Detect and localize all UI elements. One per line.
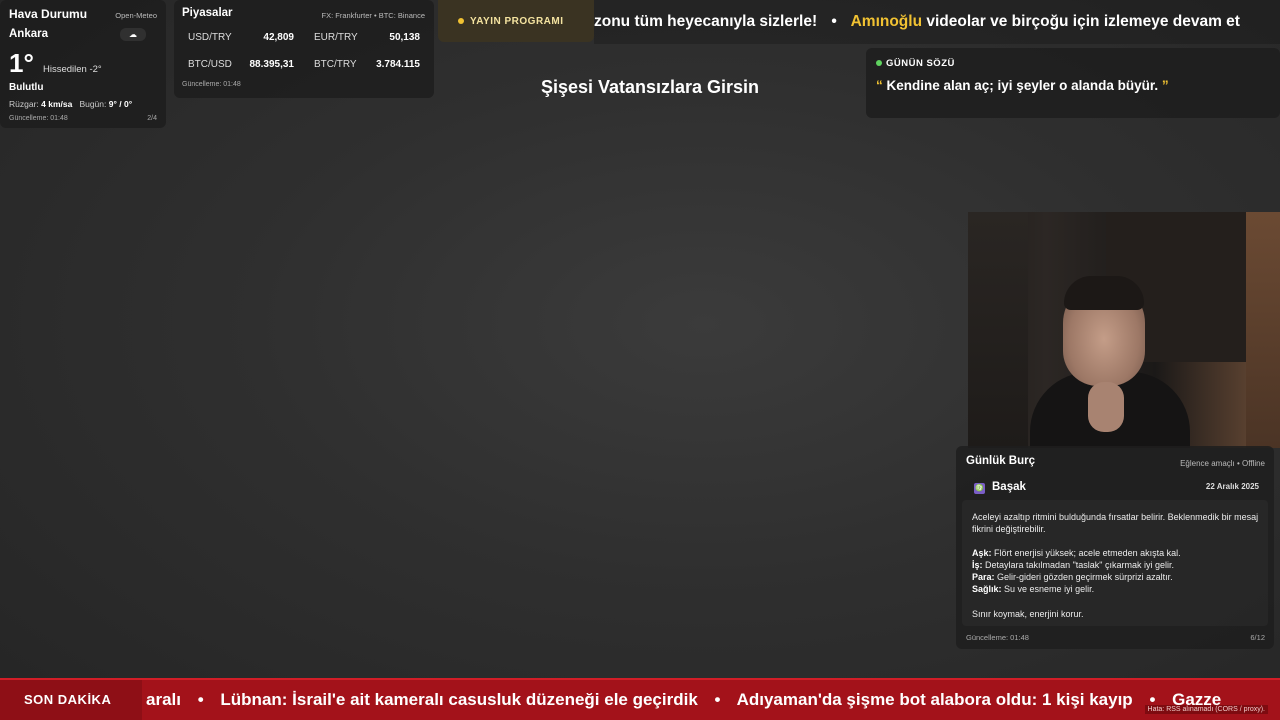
market-value: 42,809 xyxy=(263,32,294,43)
market-item: EUR/TRY 50,138 xyxy=(308,27,426,49)
ticker-text: videolar ve birçoğu için izlemeye devam … xyxy=(926,13,1240,30)
health-text: Su ve esneme iyi gelir. xyxy=(1004,584,1095,594)
horoscope-summary: Aceleyi azaltıp ritmini bulduğunda fırsa… xyxy=(972,512,1259,534)
market-value: 88.395,31 xyxy=(249,59,295,70)
weather-temperature: 1° xyxy=(9,48,34,78)
horoscope-updated: Güncelleme: 01:48 xyxy=(966,633,1029,642)
open-quote-icon: “ xyxy=(876,78,883,93)
webcam-person-hand xyxy=(1088,382,1124,432)
wind-label: Rüzgar: xyxy=(9,99,39,109)
weather-updated: Güncelleme: 01:48 xyxy=(9,115,68,122)
horoscope-health: Sağlık: Su ve esneme iyi gelir. xyxy=(972,583,1262,595)
stream-title: Şişesi Vatansızlara Girsin xyxy=(540,77,760,97)
ticker-item: aralı xyxy=(146,690,181,709)
weather-wind-today: Rüzgar: 4 km/sa Bugün: 9° / 0° xyxy=(9,99,132,109)
weather-page-indicator: 2/4 xyxy=(147,115,157,122)
love-text: Flört enerjisi yüksek; acele etmeden akı… xyxy=(994,548,1181,558)
ticker-separator: • xyxy=(714,690,721,709)
market-value: 50,138 xyxy=(389,32,420,43)
market-value: 3.784.115 xyxy=(376,59,420,70)
horoscope-sign: Başak xyxy=(992,481,1026,493)
work-label: İş: xyxy=(972,560,983,570)
schedule-badge: YAYIN PROGRAMI xyxy=(438,0,594,42)
weather-source: Open-Meteo xyxy=(115,11,157,20)
webcam-person-hair xyxy=(1064,276,1144,310)
schedule-label: YAYIN PROGRAMI xyxy=(470,16,564,27)
ticker-item: Adıyaman'da şişme bot alabora oldu: 1 ki… xyxy=(736,690,1133,709)
webcam-background-door xyxy=(968,212,1028,448)
markets-updated: Güncelleme: 01:48 xyxy=(182,81,241,88)
ticker-separator: • xyxy=(197,690,204,709)
breaking-label: SON DAKİKA xyxy=(0,680,142,720)
market-label: USD/TRY xyxy=(188,32,232,43)
markets-widget: Piyasalar FX: Frankfurter • BTC: Binance… xyxy=(174,0,434,98)
quote-widget: GÜNÜN SÖZÜ “ Kendine alan aç; iyi şeyler… xyxy=(866,48,1280,118)
horoscope-date: 22 Aralık 2025 xyxy=(1205,482,1259,491)
horoscope-page-indicator: 6/12 xyxy=(1250,633,1265,642)
horoscope-love: Aşk: Flört enerjisi yüksek; acele etmede… xyxy=(972,547,1262,559)
virgo-icon: ♍ xyxy=(974,483,985,494)
ticker-item: Lübnan: İsrail'e ait kameralı casusluk d… xyxy=(220,690,698,709)
ticker-highlight: Amınoğlu xyxy=(850,13,923,30)
live-dot-icon xyxy=(876,60,882,67)
love-label: Aşk: xyxy=(972,548,992,558)
market-label: BTC/TRY xyxy=(314,59,357,70)
horoscope-tip: Sınır koymak, enerjini korur. xyxy=(972,609,1084,619)
webcam-background-wood xyxy=(1246,212,1280,448)
horoscope-widget: Günlük Burç Eğlence amaçlı • Offline ♍ B… xyxy=(956,446,1274,649)
market-item: BTC/TRY 3.784.115 xyxy=(308,54,426,76)
market-label: EUR/TRY xyxy=(314,32,358,43)
quote-heading-label: GÜNÜN SÖZÜ xyxy=(886,58,955,69)
market-item: BTC/USD 88.395,31 xyxy=(182,54,300,76)
weather-condition: Bulutlu xyxy=(9,82,44,93)
cloud-icon: ☁ xyxy=(120,28,146,41)
horoscope-work: İş: Detaylara takılmadan "taslak" çıkarm… xyxy=(972,559,1262,571)
top-ticker: zonu tüm heyecanıyla sizlerle! • Amınoğl… xyxy=(594,0,1280,44)
market-item: USD/TRY 42,809 xyxy=(182,27,300,49)
horoscope-tag: Eğlence amaçlı • Offline xyxy=(1180,459,1265,468)
horoscope-money: Para: Gelir-gideri gözden geçirmek sürpr… xyxy=(972,571,1262,583)
money-text: Gelir-gideri gözden geçirmek sürprizi az… xyxy=(997,572,1173,582)
ticker-text: zonu tüm heyecanıyla sizlerle! xyxy=(594,13,818,30)
ticker-separator: • xyxy=(831,13,837,30)
weather-feels-like: Hissedilen -2° xyxy=(43,64,102,75)
error-note: Hata: RSS alınamadı (CORS / proxy). xyxy=(1144,705,1268,714)
close-quote-icon: ” xyxy=(1161,78,1169,93)
wind-value: 4 km/sa xyxy=(41,99,73,109)
market-label: BTC/USD xyxy=(188,59,232,70)
today-value: 9° / 0° xyxy=(108,99,133,109)
today-label: Bugün: xyxy=(79,99,107,109)
weather-widget: Hava Durumu Open-Meteo Ankara ☁ 1° Hisse… xyxy=(0,0,166,128)
quote-body: Kendine alan aç; iyi şeyler o alanda büy… xyxy=(886,78,1159,93)
work-text: Detaylara takılmadan "taslak" çıkarmak i… xyxy=(985,560,1174,570)
quote-text: “ Kendine alan aç; iyi şeyler o alanda b… xyxy=(876,78,1270,93)
schedule-dot-icon xyxy=(458,18,464,24)
markets-source: FX: Frankfurter • BTC: Binance xyxy=(321,11,426,20)
quote-heading: GÜNÜN SÖZÜ xyxy=(876,58,1270,69)
breaking-news-bar: SON DAKİKA aralı • Lübnan: İsrail'e ait … xyxy=(0,678,1280,720)
money-label: Para: xyxy=(972,572,995,582)
breaking-ticker: aralı • Lübnan: İsrail'e ait kameralı ca… xyxy=(146,680,1280,720)
webcam-feed xyxy=(968,212,1280,448)
health-label: Sağlık: xyxy=(972,584,1002,594)
